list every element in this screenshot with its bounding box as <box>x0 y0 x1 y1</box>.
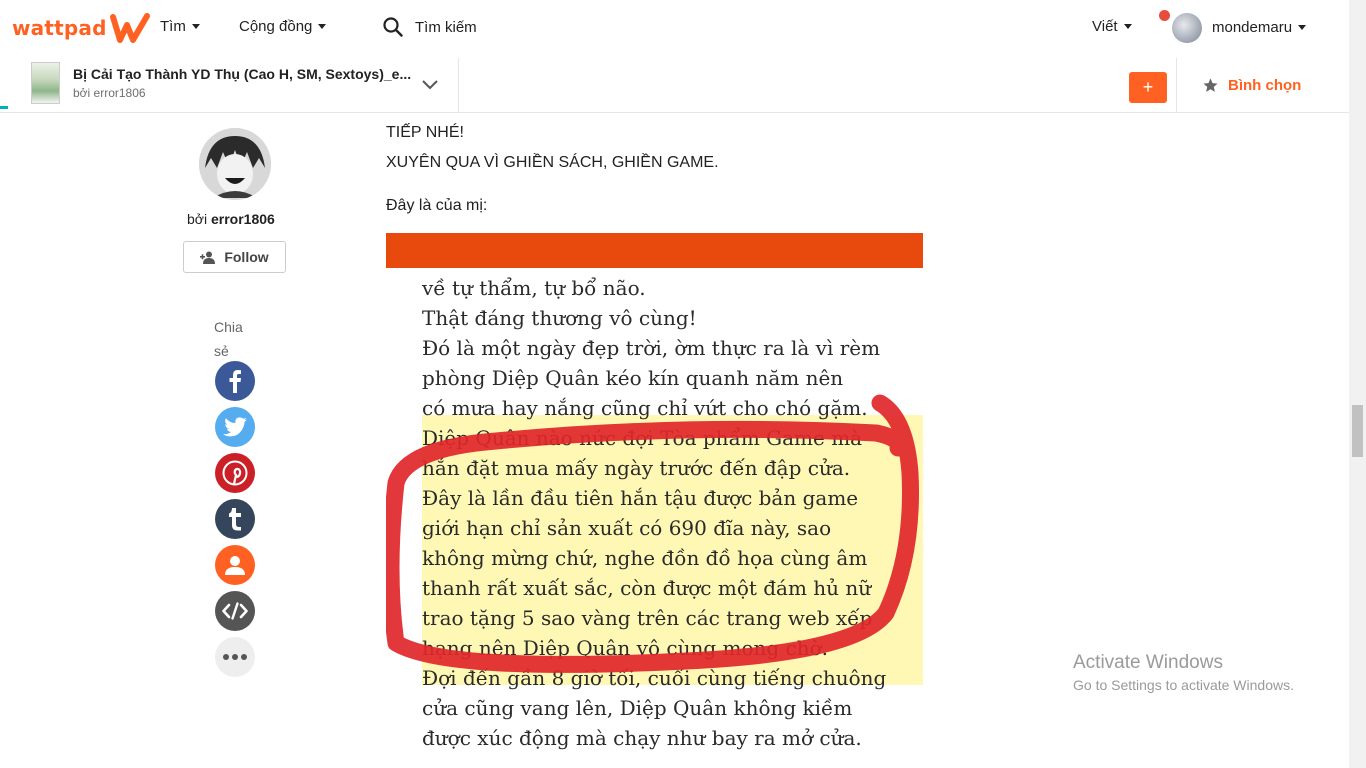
embed-share-button[interactable] <box>215 591 255 631</box>
user-menu[interactable]: mondemaru <box>1212 19 1307 36</box>
search-input[interactable]: Tìm kiếm <box>415 19 477 36</box>
wattpad-logo[interactable]: wattpad <box>12 13 150 43</box>
red-circle-annotation <box>386 394 919 673</box>
community-label: Cộng đồng <box>239 18 313 35</box>
chevron-down-icon <box>318 24 327 29</box>
tumblr-share-button[interactable] <box>215 499 255 539</box>
code-icon <box>222 602 248 620</box>
write-label: Viết <box>1092 18 1118 35</box>
story-paragraph: XUYÊN QUA VÌ GHIỀN SÁCH, GHIỀN GAME. <box>386 154 719 171</box>
author-avatar-image <box>199 128 271 200</box>
pinterest-share-button[interactable] <box>215 453 255 493</box>
notification-dot <box>1159 10 1170 21</box>
pinterest-icon <box>222 460 248 486</box>
user-icon <box>225 556 245 575</box>
activate-windows-subtitle: Go to Settings to activate Windows. <box>1073 677 1294 693</box>
scrollbar-thumb[interactable] <box>1352 405 1363 457</box>
username-label: mondemaru <box>1212 19 1293 36</box>
write-menu[interactable]: Viết <box>1092 18 1132 35</box>
more-icon <box>223 654 247 660</box>
top-navigation: wattpad Tìm Cộng đồng Tìm kiếm Viết mond… <box>0 0 1366 58</box>
activate-windows-title: Activate Windows <box>1073 652 1223 673</box>
story-author[interactable]: bởi error1806 <box>73 86 146 100</box>
community-menu[interactable]: Cộng đồng <box>239 18 327 35</box>
author-name[interactable]: error1806 <box>211 211 275 227</box>
share-label: Chia sẻ <box>214 319 243 359</box>
more-share-button[interactable] <box>215 637 255 677</box>
scrollbar-track[interactable] <box>1349 0 1366 768</box>
story-paragraph: TIẾP NHÉ! <box>386 124 464 141</box>
divider <box>1176 58 1177 113</box>
byline-prefix: bởi <box>187 211 211 227</box>
search-bar[interactable]: Tìm kiếm <box>383 17 477 37</box>
add-to-library-button[interactable]: + <box>1129 72 1167 103</box>
follow-button[interactable]: Follow <box>183 241 286 273</box>
story-paragraph: Đây là của mị: <box>386 197 488 214</box>
star-icon <box>1203 78 1218 92</box>
twitter-share-button[interactable] <box>215 407 255 447</box>
chevron-down-icon <box>191 24 200 29</box>
logo-text: wattpad <box>12 16 107 40</box>
browse-menu[interactable]: Tìm <box>160 18 200 35</box>
author-avatar[interactable] <box>199 128 271 200</box>
avatar[interactable] <box>1172 13 1202 43</box>
add-user-icon <box>200 251 216 264</box>
follow-label: Follow <box>224 249 269 265</box>
author-byline: bởi error1806 <box>187 211 275 227</box>
twitter-icon <box>223 417 247 437</box>
tumblr-icon <box>229 508 241 531</box>
embedded-story-image: về tự thẩm, tự bổ não. Thật đáng thương … <box>386 233 923 768</box>
profile-share-button[interactable] <box>215 545 255 585</box>
vote-button[interactable]: Bình chọn <box>1202 77 1301 94</box>
browse-label: Tìm <box>160 18 186 35</box>
reading-progress-bar <box>0 106 8 109</box>
divider <box>458 58 459 113</box>
chevron-down-icon <box>1298 25 1307 30</box>
story-title[interactable]: Bị Cải Tạo Thành YD Thụ (Cao H, SM, Sext… <box>73 66 418 82</box>
chevron-down-icon[interactable] <box>421 76 439 94</box>
search-icon <box>383 17 403 37</box>
story-cover-thumbnail[interactable] <box>31 62 60 104</box>
chevron-down-icon <box>1123 24 1132 29</box>
vote-label: Bình chọn <box>1228 77 1302 94</box>
facebook-share-button[interactable] <box>215 361 255 401</box>
facebook-icon <box>229 370 241 393</box>
wattpad-w-icon <box>109 13 150 43</box>
